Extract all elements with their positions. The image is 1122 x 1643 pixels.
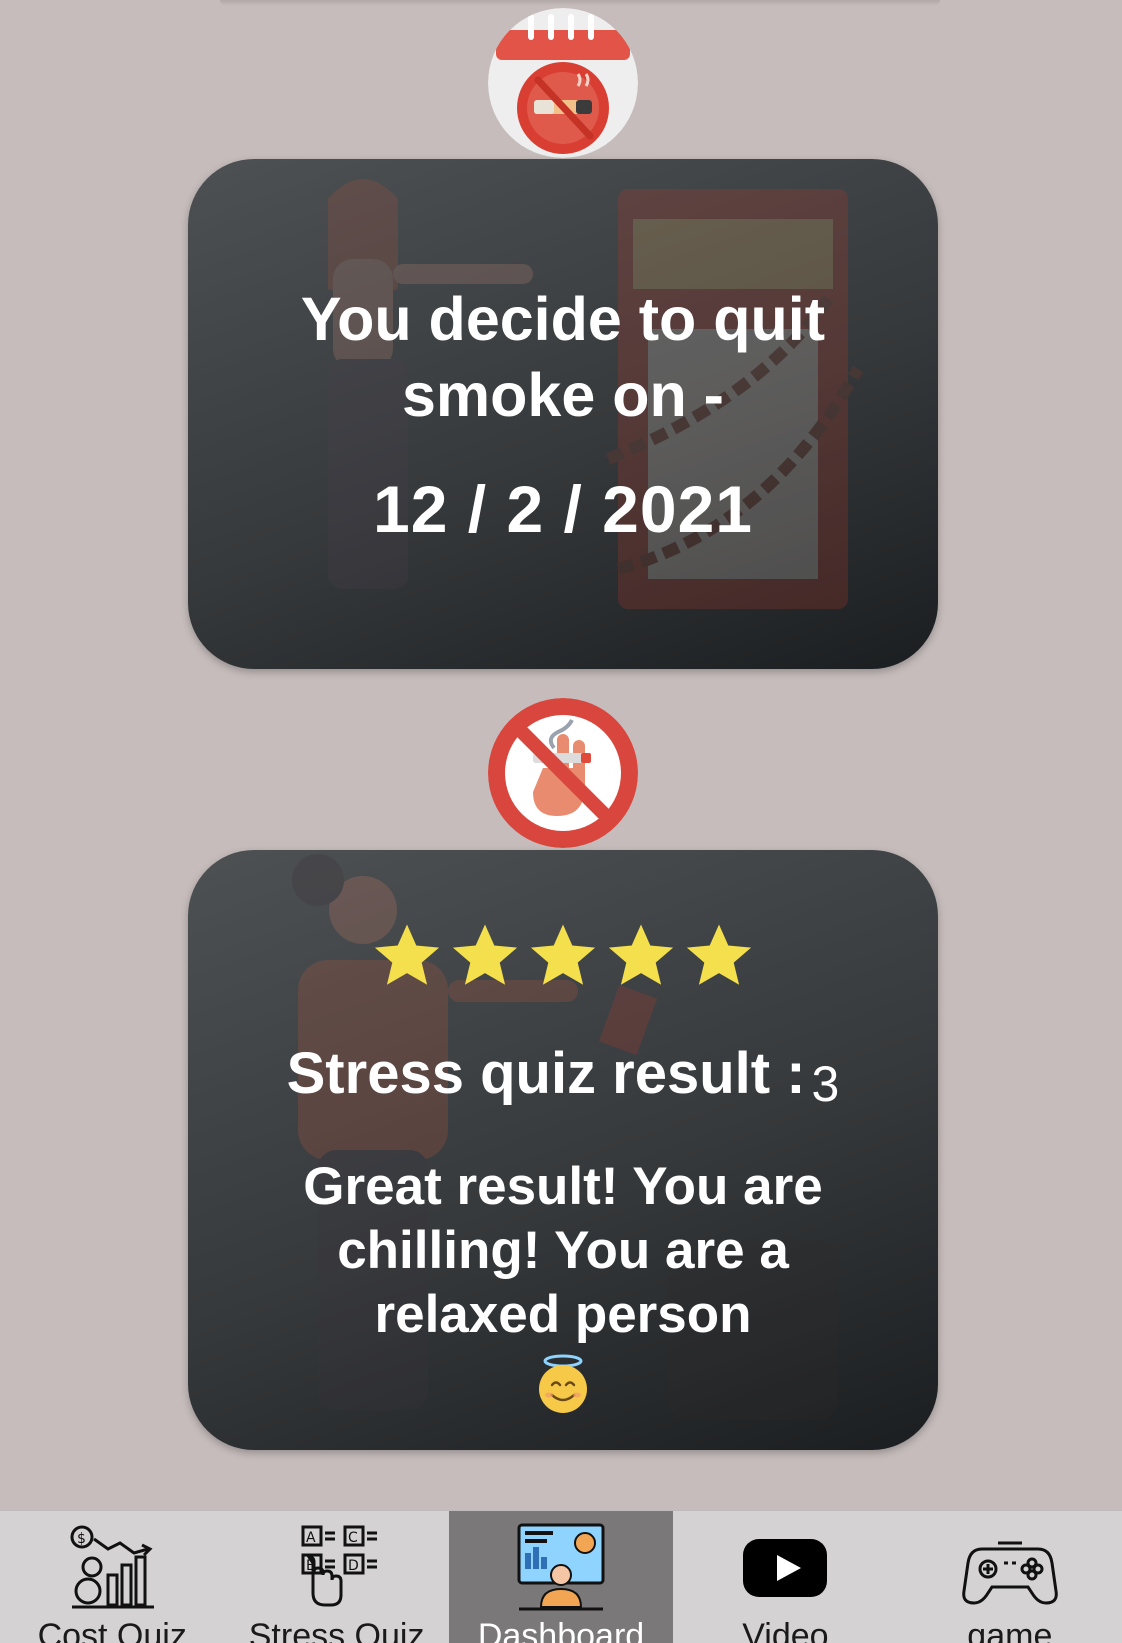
bottom-tab-bar: $ Cost Quiz A C B D Stress Quiz Dashboar… [0,1510,1122,1643]
tab-cost-quiz[interactable]: $ Cost Quiz [0,1511,224,1643]
star-icon [449,920,521,992]
tab-label: Stress Quiz [248,1617,425,1643]
quit-date: 12 / 2 / 2021 [373,472,753,546]
tab-label: Cost Quiz [37,1617,187,1643]
tab-label: Video [742,1617,829,1643]
svg-text:D: D [348,1558,359,1574]
rating-stars [188,920,938,992]
star-icon [527,920,599,992]
smiling-face-with-halo-emoji [532,1353,594,1415]
cost-chart-icon: $ [64,1519,160,1615]
top-scroll-shadow [220,0,940,6]
tab-stress-quiz[interactable]: A C B D Stress Quiz [224,1511,448,1643]
stress-result-score: 3 [811,1056,840,1112]
star-icon [371,920,443,992]
dashboard-presenter-icon [513,1519,609,1615]
quit-heading: You decide to quit smoke on - [300,285,826,429]
star-icon [683,920,755,992]
stress-result-label: Stress quiz result : [286,1041,806,1106]
svg-text:C: C [348,1530,358,1546]
tab-game[interactable]: game [898,1511,1122,1643]
no-smoking-hand-icon [488,698,638,848]
quiz-abcd-icon: A C B D [289,1519,385,1615]
quit-date-card: You decide to quit smoke on - 12 / 2 / 2… [188,159,938,669]
gamepad-icon [962,1519,1058,1615]
stress-result-card: Stress quiz result :3 Great result! You … [188,850,938,1450]
tab-dashboard[interactable]: Dashboard [448,1511,674,1643]
star-icon [605,920,677,992]
stress-message-block: Great result! You are chilling! You are … [188,1155,938,1415]
youtube-play-icon [737,1519,833,1615]
svg-text:$: $ [77,1531,86,1547]
no-smoking-calendar-icon [488,8,638,158]
tab-video[interactable]: Video [673,1511,897,1643]
tab-label: Dashboard [477,1617,645,1643]
stress-message: Great result! You are chilling! You are … [303,1157,823,1344]
stress-result-line: Stress quiz result :3 [188,1040,938,1112]
tab-label: game [967,1617,1053,1643]
svg-text:A: A [306,1530,316,1546]
